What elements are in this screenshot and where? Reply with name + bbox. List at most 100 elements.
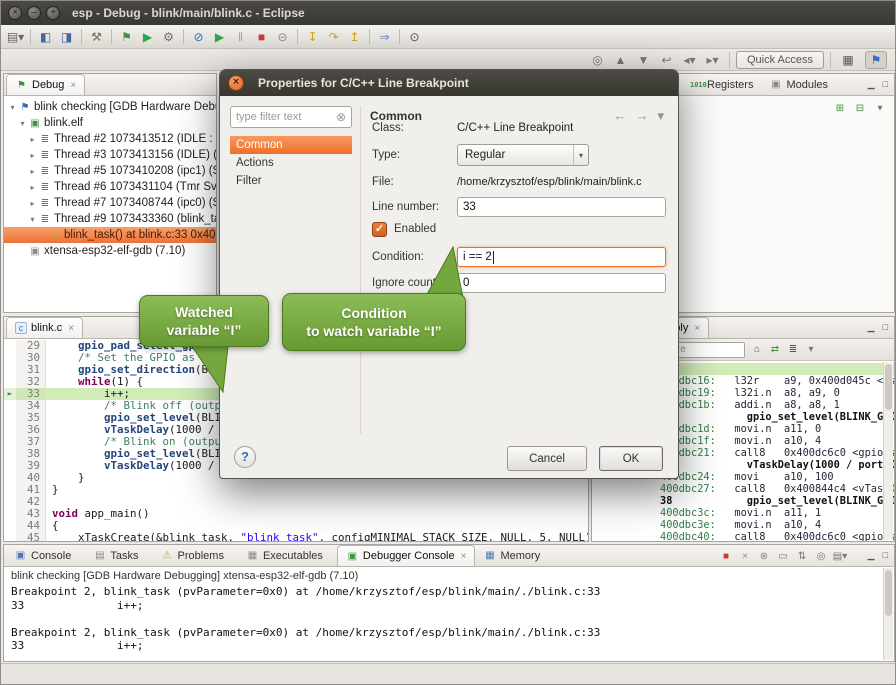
instruction-pointer-icon[interactable] [4, 412, 16, 424]
toolbar-icon[interactable] [107, 27, 116, 47]
twisty-icon[interactable]: ▸ [27, 183, 38, 192]
back-icon[interactable]: ← [613, 108, 626, 124]
dialog-nav-item-actions[interactable]: Actions [230, 154, 352, 172]
instruction-pointer-icon[interactable] [4, 352, 16, 364]
window-minimize-button[interactable]: – [27, 6, 41, 20]
disassembly-tool-show-source[interactable]: ≣ [785, 342, 801, 358]
instruction-pointer-icon[interactable] [4, 448, 16, 460]
toolbar-icon[interactable] [77, 27, 86, 47]
tab-registers[interactable]: 1010 Registers [682, 74, 761, 95]
nav-icon-previous-annotation[interactable]: ▲ [610, 50, 631, 70]
instruction-pointer-icon[interactable] [4, 508, 16, 520]
instruction-pointer-icon[interactable] [4, 496, 16, 508]
minimize-icon[interactable]: ▁ [868, 79, 875, 90]
twisty-icon[interactable]: ▸ [27, 167, 38, 176]
help-button[interactable]: ? [234, 446, 256, 468]
close-icon[interactable]: × [70, 80, 76, 91]
debug-tree-item-xtensa-esp32-elf-gdb-7-10[interactable]: ▣ xtensa-esp32-elf-gdb (7.10) [4, 243, 216, 259]
window-close-button[interactable]: × [8, 6, 22, 20]
twisty-icon[interactable]: ▾ [27, 215, 38, 224]
filter-input[interactable]: type filter text ⊗ [230, 106, 352, 128]
toolbar-icon-save[interactable]: ◧ [35, 27, 56, 47]
toolbar-icon-resume[interactable]: ▶ [209, 27, 230, 47]
debug-tree-item-blink-checking-gdb-hardware-debug[interactable]: ▾ ⚑ blink checking [GDB Hardware Debug [4, 99, 216, 115]
toolbar-icon-search[interactable]: ⊙ [404, 27, 425, 47]
toolbar-icon[interactable] [365, 27, 374, 47]
instruction-pointer-icon[interactable] [4, 460, 16, 472]
toolbar-icon-save-all[interactable]: ◨ [56, 27, 77, 47]
line-number-input[interactable]: 33 [457, 197, 666, 217]
cancel-button[interactable]: Cancel [507, 446, 587, 471]
twisty-icon[interactable]: ▾ [17, 119, 28, 128]
scrollbar-thumb[interactable] [885, 570, 892, 616]
console-tool-remove-launch[interactable]: × [737, 548, 753, 564]
console-tool-clear-console[interactable]: ▭ [775, 548, 791, 564]
dialog-close-button[interactable]: × [228, 75, 244, 91]
scrollbar[interactable] [883, 362, 893, 540]
debug-tree-item-thread-9-1073433360-blink-task[interactable]: ▾ ≣ Thread #9 1073433360 (blink_task : [4, 211, 216, 227]
maximize-icon[interactable]: □ [883, 550, 888, 561]
ok-button[interactable]: OK [599, 446, 663, 471]
toolbar-icon-debug[interactable]: ⚑ [116, 27, 137, 47]
console-output[interactable]: Breakpoint 2, blink_task (pvParameter=0x… [4, 583, 894, 655]
disassembly-tool-view-menu[interactable]: ▾ [803, 342, 819, 358]
close-icon[interactable]: × [68, 323, 74, 334]
debug-tree-item-blink-task-at-blink-c-33-0x400db[interactable]: ► blink_task() at blink.c:33 0x400db [4, 227, 216, 243]
toolbar-icon[interactable] [179, 27, 188, 47]
debug-perspective-icon[interactable]: ⚑ [865, 51, 887, 69]
disassembly-tool-home[interactable]: ⌂ [749, 342, 765, 358]
instruction-pointer-icon[interactable] [4, 424, 16, 436]
toolbar-icon-suspend[interactable]: ‖ [230, 27, 251, 47]
tab-problems[interactable]: ⚠ Problems [152, 545, 237, 566]
minimize-icon[interactable]: ▁ [868, 550, 875, 561]
instruction-pointer-icon[interactable] [4, 436, 16, 448]
disassembly-tool-sync-active-context[interactable]: ⇄ [767, 342, 783, 358]
tab-executables[interactable]: ▦ Executables [238, 545, 337, 566]
toolbar-icon-skip-all-breakpoints[interactable]: ⊘ [188, 27, 209, 47]
close-icon[interactable]: × [461, 551, 467, 562]
toolbar-icon-step-into[interactable]: ↧ [302, 27, 323, 47]
nav-icon-forward-history[interactable]: ▸▾ [702, 50, 723, 70]
registers-tool-view-menu[interactable]: ▾ [872, 100, 888, 116]
minimize-icon[interactable]: ▁ [868, 322, 875, 333]
enabled-checkbox[interactable]: ✓ [372, 222, 387, 237]
window-maximize-button[interactable]: + [46, 6, 60, 20]
resource-perspective-icon[interactable]: ▦ [837, 51, 859, 69]
toolbar-icon-terminate[interactable]: ■ [251, 27, 272, 47]
instruction-pointer-icon[interactable] [4, 472, 16, 484]
view-menu-icon[interactable]: ▾ [657, 108, 664, 124]
twisty-icon[interactable]: ▸ [27, 199, 38, 208]
toolbar-icon[interactable] [395, 27, 404, 47]
tab-debug[interactable]: ⚑ Debug × [6, 74, 85, 95]
tab-debugger-console[interactable]: ▣ Debugger Console × [337, 545, 476, 566]
twisty-icon[interactable]: ▸ [27, 151, 38, 160]
instruction-pointer-icon[interactable] [4, 484, 16, 496]
debug-tree-item-blink-elf[interactable]: ▾ ▣ blink.elf [4, 115, 216, 131]
toolbar-icon-external-tools[interactable]: ⚙ [158, 27, 179, 47]
twisty-icon[interactable]: ▾ [7, 103, 18, 112]
tab-blink-c[interactable]: c blink.c × [6, 317, 83, 338]
instruction-pointer-icon[interactable] [4, 364, 16, 376]
toolbar-icon-run[interactable]: ▶ [137, 27, 158, 47]
instruction-pointer-icon[interactable] [4, 376, 16, 388]
nav-icon-last-edit-location[interactable]: ↩ [656, 50, 677, 70]
toolbar-icon-step-over[interactable]: ↷ [323, 27, 344, 47]
debug-tree-item-thread-2-1073413512-idle-runn[interactable]: ▸ ≣ Thread #2 1073413512 (IDLE : Runn [4, 131, 216, 147]
quick-access-button[interactable]: Quick Access [736, 51, 824, 69]
console-tool-scroll-lock[interactable]: ⇅ [794, 548, 810, 564]
scrollbar-thumb[interactable] [885, 364, 892, 410]
ignore-count-input[interactable]: 0 [457, 273, 666, 293]
close-icon[interactable]: × [694, 323, 700, 334]
instruction-pointer-icon[interactable] [4, 340, 16, 352]
type-select[interactable]: Regular ▾ [457, 144, 589, 166]
instruction-pointer-icon[interactable]: ► [4, 388, 16, 400]
registers-tool-add-register-group[interactable]: ⊞ [832, 100, 848, 116]
instruction-pointer-icon[interactable] [4, 400, 16, 412]
maximize-icon[interactable]: □ [883, 322, 888, 333]
nav-icon-pin-editor[interactable]: ◎ [587, 50, 608, 70]
toolbar-icon-build[interactable]: ⚒ [86, 27, 107, 47]
twisty-icon[interactable]: ▸ [27, 135, 38, 144]
tab-modules[interactable]: ▣ Modules [761, 74, 836, 95]
registers-tool-remove-register-group[interactable]: ⊟ [852, 100, 868, 116]
toolbar-icon[interactable] [293, 27, 302, 47]
